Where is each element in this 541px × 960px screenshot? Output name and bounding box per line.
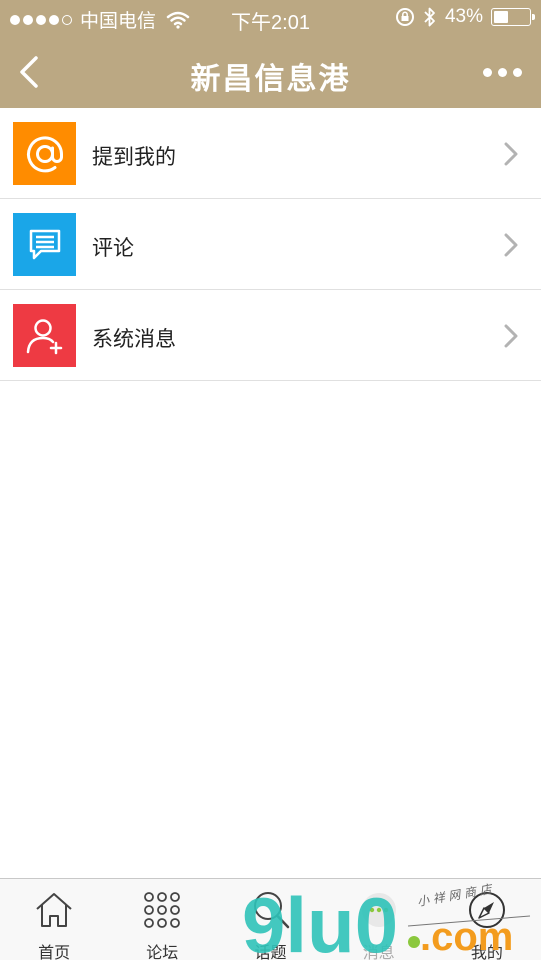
- nav-bar: 新昌信息港: [0, 36, 541, 108]
- tab-mine[interactable]: 我的: [433, 879, 541, 960]
- comment-icon: [13, 213, 76, 276]
- tab-label: 我的: [470, 945, 503, 960]
- tab-messages[interactable]: 消息: [325, 879, 433, 960]
- battery-percent: 43%: [444, 6, 483, 27]
- grid-icon: [144, 892, 181, 928]
- battery-icon: [491, 8, 535, 26]
- bluetooth-icon: [424, 7, 435, 27]
- tab-topics[interactable]: 话题: [216, 879, 324, 960]
- home-icon: [36, 893, 72, 927]
- message-icon: [361, 893, 396, 927]
- tab-bar: 首页 论坛 话题 消息 我的: [0, 878, 541, 960]
- list-item-label: 系统消息: [92, 328, 176, 351]
- status-bar: 中国电信 下午2:01 43%: [0, 0, 541, 36]
- tab-label: 首页: [38, 945, 71, 960]
- page-title: 新昌信息港: [190, 63, 351, 96]
- list-item-label: 提到我的: [92, 146, 176, 169]
- tab-label: 消息: [362, 945, 395, 960]
- tab-label: 话题: [254, 945, 287, 960]
- more-button[interactable]: [477, 58, 527, 86]
- chevron-right-icon: [504, 233, 518, 257]
- list-item-system-messages[interactable]: 系统消息: [0, 290, 541, 381]
- tab-label: 论坛: [146, 945, 179, 960]
- more-dots-icon: [482, 67, 492, 77]
- chevron-right-icon: [504, 324, 518, 348]
- search-icon: [253, 892, 289, 929]
- compass-icon: [468, 892, 505, 928]
- user-add-icon: [13, 304, 76, 367]
- status-right: 43%: [395, 6, 535, 28]
- tab-home[interactable]: 首页: [0, 879, 108, 960]
- list-item-mentions[interactable]: 提到我的: [0, 108, 541, 199]
- chevron-right-icon: [504, 142, 518, 166]
- message-category-list: 提到我的 评论 系统消息: [0, 108, 541, 381]
- tab-forum[interactable]: 论坛: [108, 879, 216, 960]
- list-item-comments[interactable]: 评论: [0, 199, 541, 290]
- at-sign-icon: [13, 122, 76, 185]
- list-item-label: 评论: [92, 237, 134, 260]
- rotation-lock-icon: [395, 8, 414, 26]
